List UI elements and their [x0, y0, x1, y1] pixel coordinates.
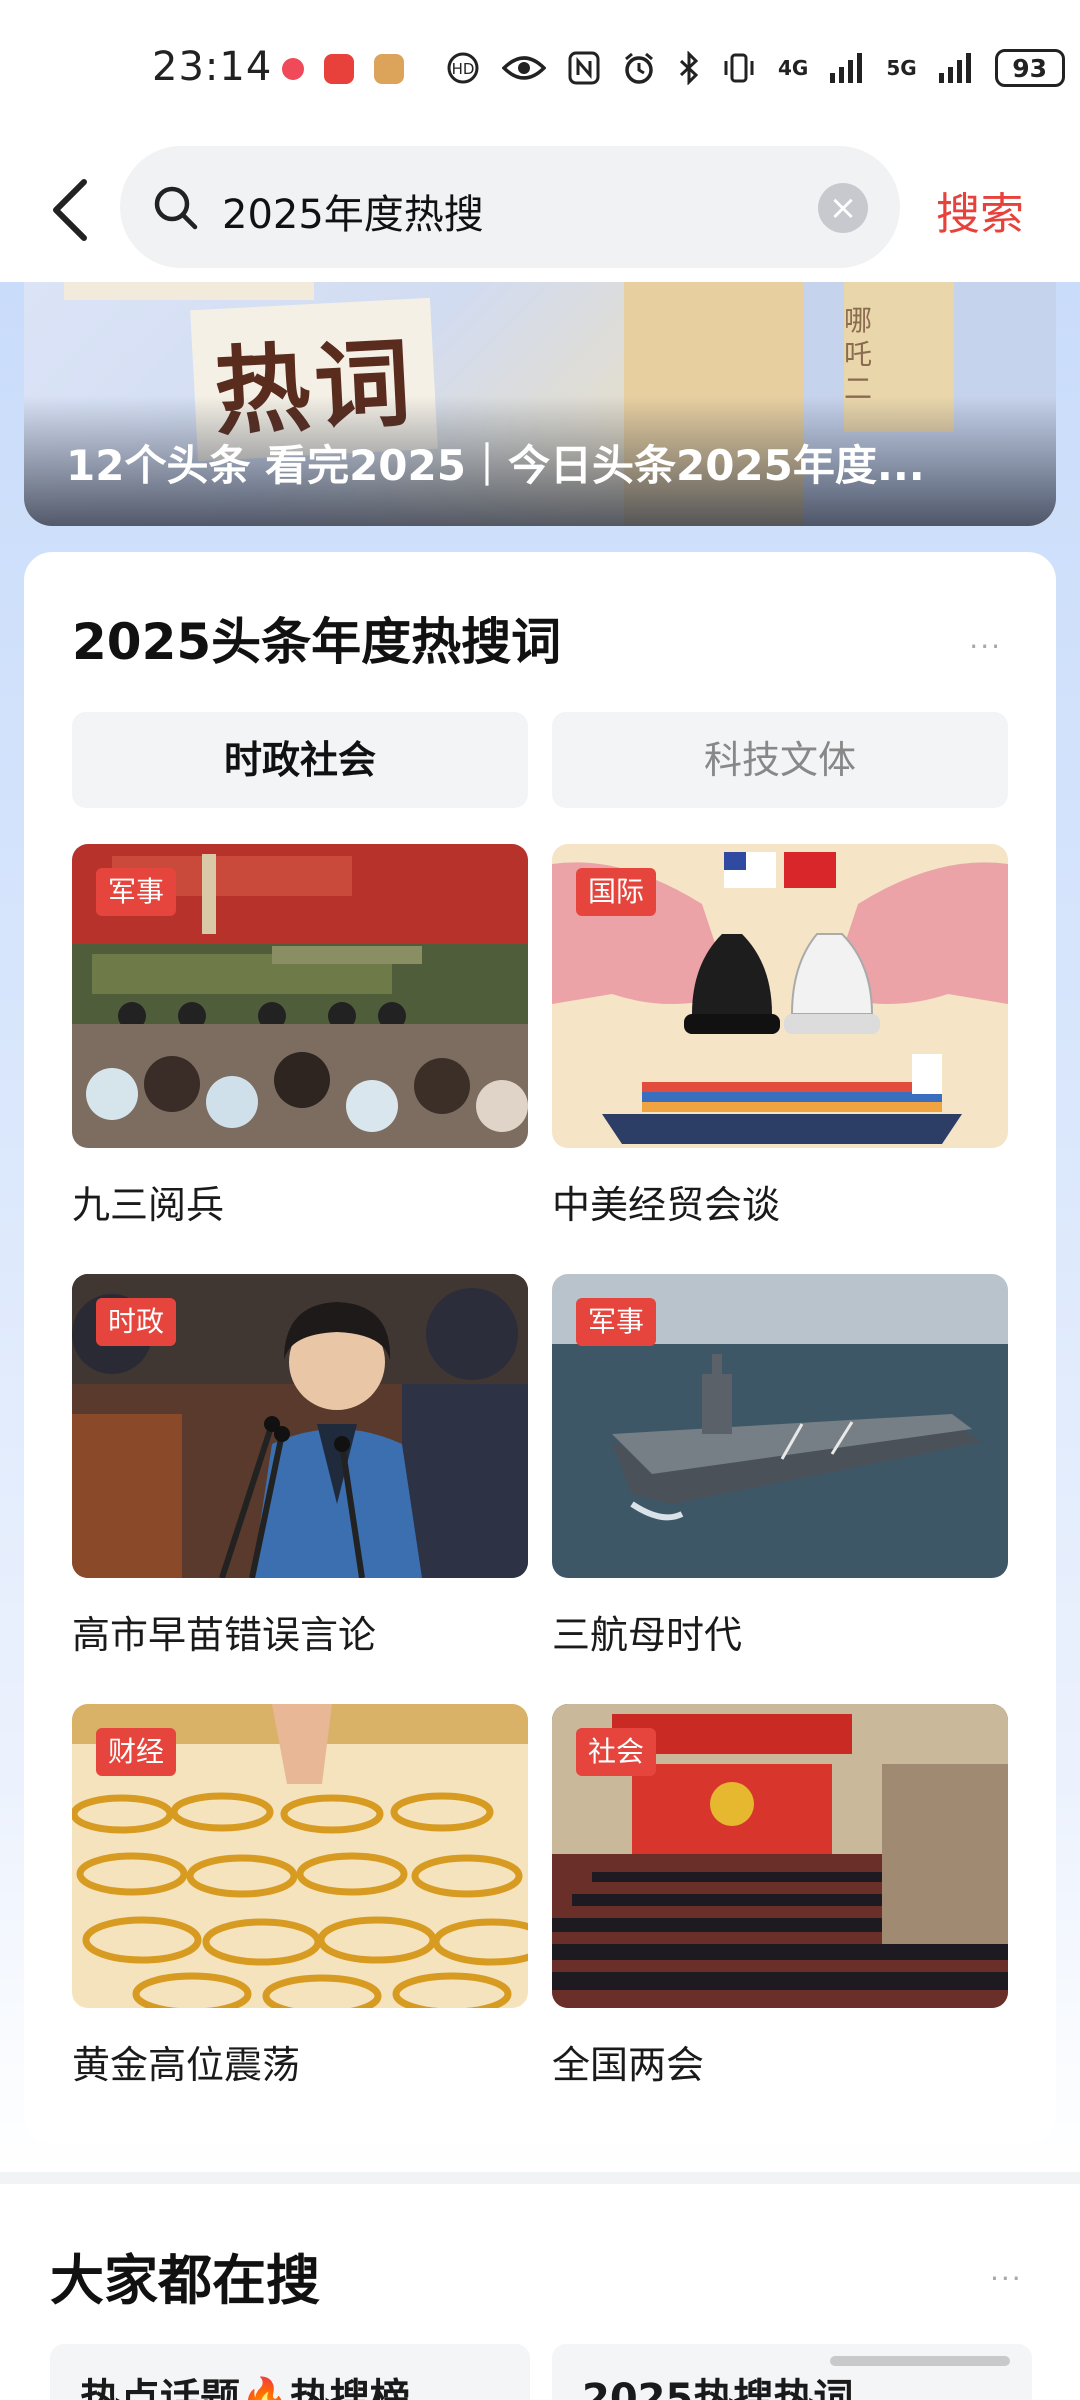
category-tag: 军事 [96, 868, 177, 916]
suggestion-chip[interactable]: 热点话题🔥热搜榜 [50, 2344, 530, 2400]
hot-item-label[interactable]: 三航母时代 [552, 1604, 742, 1659]
hot-item-label[interactable]: 全国两会 [552, 2034, 704, 2089]
hot-item-image: 国际 [552, 844, 1008, 1148]
more-options-icon[interactable]: ··· [990, 2262, 1023, 2295]
card-title: 2025头条年度热搜词 [72, 613, 562, 671]
hot-item-label[interactable]: 中美经贸会谈 [552, 1174, 780, 1229]
red-app-icon [324, 54, 354, 84]
battery-level: 93 [1012, 53, 1048, 83]
search-header: 2025年度热搜 × 搜索 [0, 140, 1080, 282]
hot-item-tile[interactable]: 财经 黄金高位震荡 [72, 1704, 528, 2087]
clear-icon[interactable]: × [818, 183, 868, 233]
hot-item-image: 财经 [72, 1704, 528, 2008]
category-tag: 社会 [576, 1728, 657, 1776]
status-icons: HD 4G 5G 93 [446, 48, 1080, 88]
battery-icon: 93 [994, 49, 1065, 87]
eye-icon [502, 56, 546, 80]
hot-search-card: 2025头条年度热搜词 ··· 时政社会 科技文体 军事 九三阅兵 国际 中美经… [24, 552, 1056, 2144]
status-bar: 23:14 HD 4G 5G 93 [0, 0, 1080, 140]
chevron-left-icon [53, 179, 87, 241]
home-indicator[interactable] [830, 2356, 1010, 2366]
signal-icon [938, 53, 971, 83]
category-tag: 国际 [576, 868, 657, 916]
everyone-searches-title: 大家都在搜 [50, 2249, 320, 2312]
hot-item-label[interactable]: 高市早苗错误言论 [72, 1604, 376, 1659]
status-app-icons [282, 54, 404, 84]
hd-icon: HD [447, 52, 479, 84]
category-tag: 时政 [96, 1298, 177, 1346]
more-options-icon[interactable]: ··· [969, 630, 1002, 663]
hot-item-image: 军事 [552, 1274, 1008, 1578]
section-divider [0, 2172, 1080, 2184]
category-tag: 财经 [96, 1728, 177, 1776]
search-icon [154, 186, 198, 230]
nfc-icon [568, 51, 600, 85]
hot-item-tile[interactable]: 社会 全国两会 [552, 1704, 1008, 2087]
tab-tech-culture-sports[interactable]: 科技文体 [552, 712, 1008, 808]
search-input[interactable]: 2025年度热搜 × [120, 146, 900, 268]
banner-vertical-text: 哪吒二 [843, 304, 872, 405]
xiaohongshu-app-icon [282, 58, 304, 80]
banner-caption[interactable]: 12个头条 看完2025｜今日头条2025年度... [66, 432, 1026, 493]
hot-item-label[interactable]: 九三阅兵 [72, 1174, 224, 1229]
hot-item-tile[interactable]: 军事 九三阅兵 [72, 844, 528, 1227]
search-query-text[interactable]: 2025年度热搜 [222, 182, 484, 240]
svg-text:HD: HD [452, 60, 475, 78]
tab-politics-society[interactable]: 时政社会 [72, 712, 528, 808]
hot-item-image: 军事 [72, 844, 528, 1148]
bluetooth-icon [679, 51, 699, 85]
suggestion-chip-label[interactable]: 2025热搜热词 [582, 2366, 853, 2400]
hot-item-image: 社会 [552, 1704, 1008, 2008]
vibrate-icon [724, 53, 754, 83]
taobao-app-icon [374, 54, 404, 84]
alarm-icon [625, 52, 653, 84]
signal-icon [830, 53, 863, 83]
suggestion-chip[interactable]: 2025热搜热词 [552, 2344, 1032, 2400]
hot-item-tile[interactable]: 国际 中美经贸会谈 [552, 844, 1008, 1227]
hot-item-image: 时政 [72, 1274, 528, 1578]
search-button[interactable]: 搜索 [936, 178, 1024, 242]
hot-item-label[interactable]: 黄金高位震荡 [72, 2034, 300, 2089]
suggestion-chip-label[interactable]: 热点话题🔥热搜榜 [80, 2366, 410, 2400]
category-tag: 军事 [576, 1298, 657, 1346]
hot-item-tile[interactable]: 时政 高市早苗错误言论 [72, 1274, 528, 1657]
status-time: 23:14 [152, 44, 273, 90]
back-button[interactable] [40, 170, 100, 250]
article-banner[interactable]: 热词 哪吒二 12个头条 看完2025｜今日头条2025年度... [24, 282, 1056, 526]
network-4g-label: 4G [778, 56, 809, 80]
network-5g-label: 5G [886, 56, 917, 80]
hot-item-tile[interactable]: 军事 三航母时代 [552, 1274, 1008, 1657]
